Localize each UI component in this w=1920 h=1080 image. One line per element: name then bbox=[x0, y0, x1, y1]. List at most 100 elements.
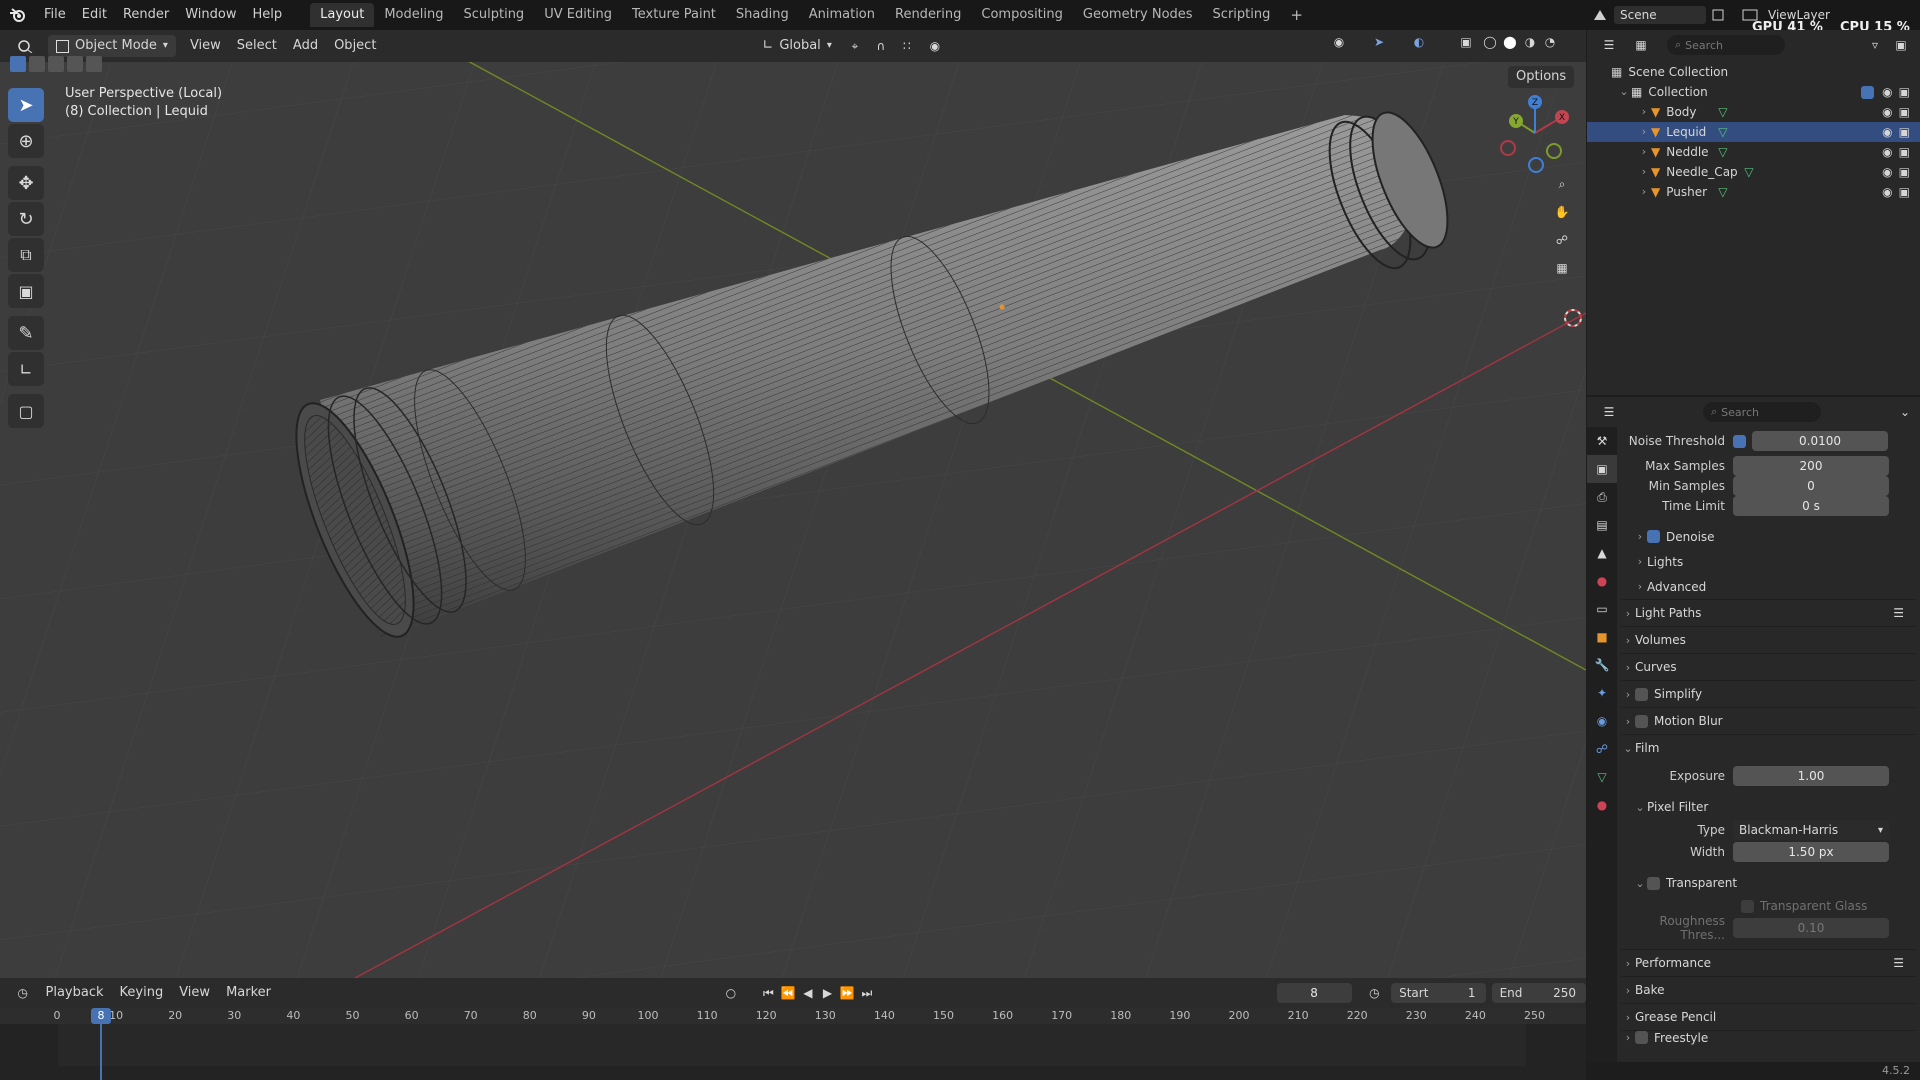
noise-threshold-field[interactable]: 0.0100 bbox=[1752, 431, 1888, 451]
time-limit-field[interactable]: 0 s bbox=[1733, 496, 1889, 516]
editor-type-icon[interactable] bbox=[8, 34, 42, 58]
freestyle-checkbox[interactable] bbox=[1635, 1031, 1648, 1044]
render-tab-icon[interactable]: ▣ bbox=[1587, 455, 1617, 483]
auto-keying-icon[interactable]: ○ bbox=[719, 986, 743, 1000]
transparent-subpanel[interactable]: ⌄ Transparent bbox=[1621, 871, 1916, 895]
tool-scale[interactable]: ⧉ bbox=[8, 238, 44, 272]
select-invert-icon[interactable] bbox=[67, 56, 83, 72]
camera-icon[interactable]: ▣ bbox=[1899, 162, 1910, 182]
options-dropdown[interactable]: Options bbox=[1508, 66, 1575, 88]
grease-pencil-panel[interactable]: › Grease Pencil bbox=[1621, 1004, 1916, 1030]
visibility-icon[interactable]: ◉ bbox=[1328, 35, 1350, 49]
tab-rendering[interactable]: Rendering bbox=[885, 3, 971, 27]
tool-tab-icon[interactable]: ⚒ bbox=[1587, 427, 1617, 455]
menu-add[interactable]: Add bbox=[285, 35, 326, 57]
add-workspace-button[interactable]: + bbox=[1280, 3, 1313, 27]
presets-icon[interactable]: ☰ bbox=[1893, 606, 1904, 620]
outliner-editor-icon[interactable]: ☰ bbox=[1595, 38, 1623, 52]
tab-sculpting[interactable]: Sculpting bbox=[453, 3, 534, 27]
pixel-filter-subpanel[interactable]: ⌄ Pixel Filter bbox=[1621, 795, 1916, 819]
menu-help[interactable]: Help bbox=[245, 0, 291, 30]
wireframe-shading-icon[interactable]: ◯ bbox=[1480, 35, 1500, 49]
tool-select-box[interactable]: ➤ bbox=[8, 88, 44, 122]
end-frame-field[interactable]: End 250 bbox=[1491, 983, 1587, 1003]
snap-icon[interactable]: ∩ bbox=[870, 39, 892, 53]
volumes-panel[interactable]: › Volumes bbox=[1621, 627, 1916, 653]
jump-start-icon[interactable]: ⏮ bbox=[759, 986, 779, 1001]
menu-edit[interactable]: Edit bbox=[74, 0, 115, 30]
performance-panel[interactable]: › Performance ☰ bbox=[1621, 950, 1916, 976]
snap-target-icon[interactable]: ∷ bbox=[892, 39, 922, 53]
camera-icon[interactable]: ▣ bbox=[1899, 122, 1910, 142]
3d-viewport[interactable]: Object Mode ▾ View Select Add Object ∟ G… bbox=[0, 30, 1586, 978]
timeline-editor-icon[interactable]: ◷ bbox=[8, 986, 38, 1000]
tool-cursor[interactable]: ⊕ bbox=[8, 124, 44, 158]
menu-object[interactable]: Object bbox=[326, 35, 384, 57]
xray-toggle-icon[interactable]: ▣ bbox=[1456, 35, 1476, 49]
navigation-gizmo[interactable]: X Y Z bbox=[1490, 88, 1580, 178]
transform-orientation-dropdown[interactable]: ∟ Global ▾ bbox=[754, 35, 839, 57]
advanced-subpanel[interactable]: › Advanced bbox=[1621, 574, 1916, 599]
camera-view-icon[interactable]: ☍ bbox=[1548, 226, 1576, 254]
menu-keying[interactable]: Keying bbox=[112, 982, 172, 1004]
max-samples-field[interactable]: 200 bbox=[1733, 456, 1889, 476]
properties-search-input[interactable]: ⌕ Search bbox=[1703, 402, 1821, 422]
light-paths-panel[interactable]: › Light Paths ☰ bbox=[1621, 600, 1916, 626]
tab-compositing[interactable]: Compositing bbox=[971, 3, 1073, 27]
jump-keyframe-forward-icon[interactable]: ⏩ bbox=[837, 986, 857, 1000]
outliner-item-pusher[interactable]: › ▼ Pusher ▽ ◉ ▣ bbox=[1587, 182, 1920, 202]
eye-icon[interactable]: ◉ bbox=[1882, 102, 1892, 122]
outliner-item-neddle[interactable]: › ▼ Neddle ▽ ◉ ▣ bbox=[1587, 142, 1920, 162]
current-frame-field[interactable]: 8 bbox=[1276, 983, 1352, 1003]
freestyle-panel[interactable]: › Freestyle bbox=[1621, 1031, 1916, 1045]
select-intersect-icon[interactable] bbox=[86, 56, 102, 72]
object-tab-icon[interactable]: ■ bbox=[1587, 623, 1617, 651]
eye-icon[interactable]: ◉ bbox=[1882, 122, 1892, 142]
select-extend-icon[interactable] bbox=[29, 56, 45, 72]
tool-transform[interactable]: ▣ bbox=[8, 274, 44, 308]
presets-icon[interactable]: ☰ bbox=[1893, 956, 1904, 970]
film-panel[interactable]: ⌄ Film bbox=[1621, 735, 1916, 761]
camera-icon[interactable]: ▣ bbox=[1899, 142, 1910, 162]
collection-tab-icon[interactable]: ▭ bbox=[1587, 595, 1617, 623]
menu-render[interactable]: Render bbox=[115, 0, 177, 30]
camera-icon[interactable]: ▣ bbox=[1899, 102, 1910, 122]
tool-add-cube[interactable]: ▢ bbox=[8, 394, 44, 428]
tab-modeling[interactable]: Modeling bbox=[374, 3, 453, 27]
world-tab-icon[interactable]: ● bbox=[1587, 567, 1617, 595]
tool-rotate[interactable]: ↻ bbox=[8, 202, 44, 236]
chevron-down-icon[interactable]: ⌄ bbox=[1617, 82, 1631, 102]
view-layer-tab-icon[interactable]: ▤ bbox=[1587, 511, 1617, 539]
eye-icon[interactable]: ◉ bbox=[1882, 182, 1892, 202]
new-collection-icon[interactable]: ▣ bbox=[1888, 38, 1914, 52]
denoise-checkbox[interactable] bbox=[1647, 530, 1660, 543]
scene-collection-row[interactable]: ▦ Scene Collection bbox=[1587, 62, 1920, 82]
camera-icon[interactable]: ▣ bbox=[1899, 82, 1910, 102]
tab-scripting[interactable]: Scripting bbox=[1203, 3, 1281, 27]
scene-icon[interactable] bbox=[1586, 8, 1614, 22]
menu-view[interactable]: View bbox=[182, 35, 229, 57]
menu-marker[interactable]: Marker bbox=[218, 982, 279, 1004]
play-icon[interactable]: ▶ bbox=[818, 986, 838, 1000]
tool-move[interactable]: ✥ bbox=[8, 166, 44, 200]
tab-shading[interactable]: Shading bbox=[726, 3, 799, 27]
denoise-subpanel[interactable]: › Denoise bbox=[1621, 524, 1916, 549]
preview-range-icon[interactable]: ◷ bbox=[1362, 986, 1388, 1000]
tab-animation[interactable]: Animation bbox=[799, 3, 885, 27]
material-tab-icon[interactable]: ● bbox=[1587, 791, 1617, 819]
menu-window[interactable]: Window bbox=[177, 0, 244, 30]
overlay-toggle-icon[interactable]: ◐ bbox=[1408, 35, 1430, 49]
tab-uv-editing[interactable]: UV Editing bbox=[534, 3, 622, 27]
proportional-edit-icon[interactable]: ◉ bbox=[922, 39, 948, 53]
motion-blur-checkbox[interactable] bbox=[1635, 714, 1648, 728]
pivot-icon[interactable]: ⌖ bbox=[840, 39, 870, 54]
outliner-item-body[interactable]: › ▼ Body ▽ ◉ ▣ bbox=[1587, 102, 1920, 122]
chevron-down-icon[interactable]: ⌄ bbox=[1900, 405, 1910, 419]
start-frame-field[interactable]: Start 1 bbox=[1391, 983, 1486, 1003]
noise-threshold-checkbox[interactable] bbox=[1733, 434, 1746, 448]
tool-measure[interactable]: ∟ bbox=[8, 352, 44, 386]
select-subtract-icon[interactable] bbox=[48, 56, 64, 72]
scene-name[interactable]: Scene bbox=[1614, 6, 1706, 24]
scene-tab-icon[interactable]: ▲ bbox=[1587, 539, 1617, 567]
filter-icon[interactable]: ▿ bbox=[1862, 38, 1888, 52]
